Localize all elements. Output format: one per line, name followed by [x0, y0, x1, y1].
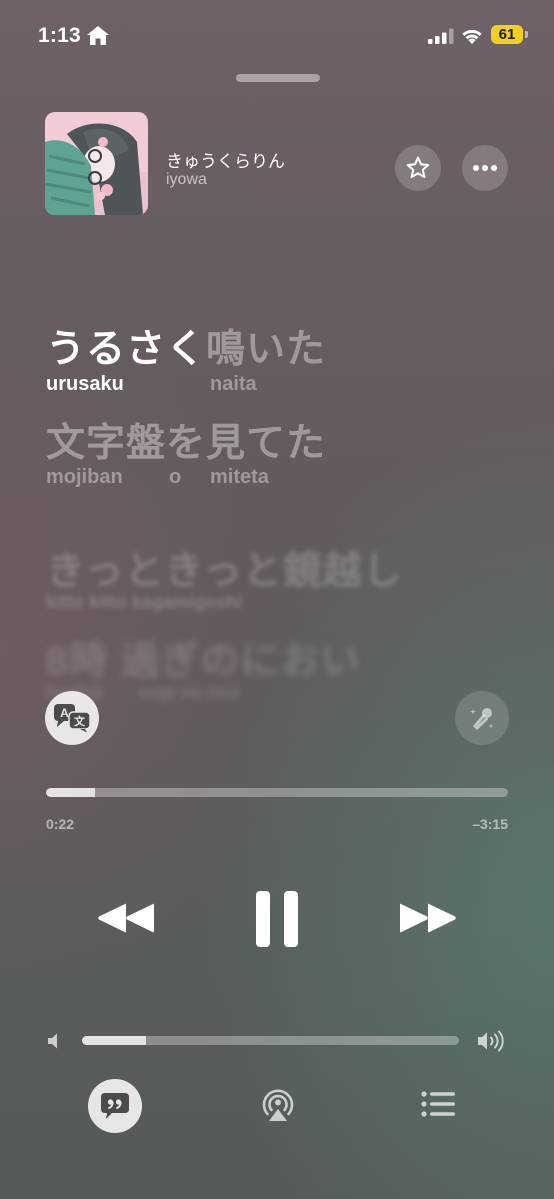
- romaji-word: kitto kitto kagamigoshi: [46, 592, 243, 612]
- lyric-unsung-text: 鳴いた: [206, 328, 327, 371]
- fast-forward-icon[interactable]: [398, 898, 458, 938]
- volume-slider[interactable]: [82, 1036, 459, 1045]
- volume-high-icon: [478, 1030, 504, 1052]
- lyric-sung-text: うるさく: [46, 328, 207, 371]
- romaji-word: mojiban: [46, 466, 123, 488]
- lyric-line-upcoming[interactable]: 8時 過ぎのにおい: [46, 630, 361, 686]
- lyric-line-upcoming[interactable]: きっときっと鏡越し: [46, 540, 403, 596]
- playback-scrubber[interactable]: [46, 788, 508, 797]
- battery-tip: [525, 31, 528, 38]
- lyric-line-next[interactable]: 文字盤を見てた: [46, 412, 326, 468]
- volume-low-icon: [48, 1033, 57, 1049]
- elapsed-time: 0:22: [46, 816, 75, 832]
- romaji-word: miteta: [210, 466, 269, 488]
- translate-button[interactable]: A 文: [45, 691, 99, 745]
- airplay-icon[interactable]: [259, 1087, 297, 1123]
- more-options-button[interactable]: [462, 145, 508, 191]
- rewind-icon[interactable]: [96, 898, 156, 938]
- lyrics-button[interactable]: [88, 1079, 142, 1133]
- sing-button[interactable]: [455, 691, 509, 745]
- wifi-icon: [462, 29, 482, 44]
- lyrics-icon: [101, 1093, 129, 1119]
- artwork-image: [45, 112, 148, 215]
- battery-indicator: 61: [491, 25, 523, 44]
- svg-text:A: A: [60, 706, 69, 720]
- romaji-word: o: [169, 466, 182, 488]
- queue-icon[interactable]: [420, 1090, 456, 1118]
- song-title[interactable]: きゅうくらりん: [166, 147, 285, 172]
- ellipsis-icon: [473, 165, 497, 171]
- favorite-button[interactable]: [395, 145, 441, 191]
- remaining-time: –3:15: [472, 816, 508, 832]
- volume-fill: [82, 1036, 147, 1045]
- romaji-word: urusaku: [46, 373, 124, 395]
- status-time: 1:13: [38, 24, 81, 47]
- album-artwork[interactable]: [45, 112, 148, 215]
- lyric-line-current[interactable]: うるさく鳴いた: [46, 318, 326, 374]
- song-artist[interactable]: iyowa: [166, 171, 207, 189]
- sing-icon: [470, 708, 494, 731]
- sheet-grabber[interactable]: [236, 74, 320, 82]
- signal-icon: [428, 28, 454, 44]
- svg-text:文: 文: [74, 714, 86, 728]
- star-icon: [406, 156, 430, 179]
- translate-icon: A 文: [54, 704, 91, 733]
- pause-icon[interactable]: [254, 890, 300, 948]
- playback-progress-fill: [46, 788, 95, 797]
- romaji-word: naita: [210, 373, 257, 395]
- home-icon: [87, 26, 109, 45]
- romaji-word: sugi no nioi: [138, 682, 239, 702]
